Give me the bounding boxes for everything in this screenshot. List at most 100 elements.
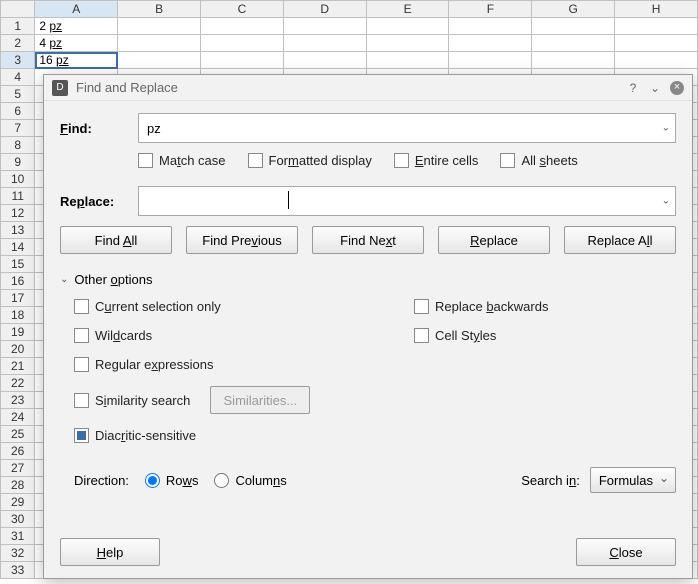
row-header[interactable]: 32 [1, 545, 35, 562]
similarities-button: Similarities... [210, 386, 310, 414]
row-header[interactable]: 1 [1, 18, 35, 35]
dialog-titlebar[interactable]: D Find and Replace ? ⌄ × [44, 75, 692, 101]
close-button[interactable]: Close [576, 538, 676, 566]
row-header[interactable]: 27 [1, 460, 35, 477]
table-row: 316 pz [1, 52, 698, 69]
corner-cell[interactable] [1, 1, 35, 18]
cell[interactable]: 16 pz [35, 52, 118, 69]
row-header[interactable]: 13 [1, 222, 35, 239]
row-header[interactable]: 11 [1, 188, 35, 205]
row-header[interactable]: 5 [1, 86, 35, 103]
cell[interactable] [615, 35, 698, 52]
row-header[interactable]: 20 [1, 341, 35, 358]
col-header-E[interactable]: E [366, 1, 449, 18]
col-header-A[interactable]: A [35, 1, 118, 18]
help-icon[interactable]: ? [626, 81, 640, 95]
cell[interactable] [532, 18, 615, 35]
row-header[interactable]: 7 [1, 120, 35, 137]
cell[interactable] [118, 35, 201, 52]
col-header-D[interactable]: D [283, 1, 366, 18]
col-header-G[interactable]: G [532, 1, 615, 18]
search-in-select[interactable]: Formulas [590, 467, 676, 493]
other-options-expander[interactable]: ⌄ Other options [60, 272, 676, 287]
col-header-H[interactable]: H [615, 1, 698, 18]
cell-styles-checkbox[interactable]: Cell Styles [414, 328, 548, 343]
col-header-C[interactable]: C [201, 1, 284, 18]
regex-checkbox[interactable]: Regular expressions [74, 357, 374, 372]
row-header[interactable]: 4 [1, 69, 35, 86]
row-header[interactable]: 30 [1, 511, 35, 528]
row-header[interactable]: 24 [1, 409, 35, 426]
col-header-F[interactable]: F [449, 1, 532, 18]
table-row: 12 pz [1, 18, 698, 35]
cell[interactable] [201, 18, 284, 35]
help-button[interactable]: Help [60, 538, 160, 566]
find-previous-button[interactable]: Find Previous [186, 226, 298, 254]
cell[interactable] [201, 35, 284, 52]
row-header[interactable]: 17 [1, 290, 35, 307]
current-selection-checkbox[interactable]: Current selection only [74, 299, 374, 314]
cell[interactable] [283, 18, 366, 35]
row-header[interactable]: 28 [1, 477, 35, 494]
cell[interactable] [366, 35, 449, 52]
row-header[interactable]: 23 [1, 392, 35, 409]
cell[interactable]: 4 pz [35, 35, 118, 52]
replace-input[interactable] [138, 186, 676, 216]
diacritic-checkbox[interactable]: Diacritic-sensitive [74, 428, 374, 443]
cell[interactable] [615, 52, 698, 69]
match-case-checkbox[interactable]: Match case [138, 153, 226, 168]
rows-radio[interactable]: Rows [145, 473, 199, 488]
entire-cells-checkbox[interactable]: Entire cells [394, 153, 479, 168]
row-header[interactable]: 18 [1, 307, 35, 324]
row-header[interactable]: 15 [1, 256, 35, 273]
row-header[interactable]: 31 [1, 528, 35, 545]
replace-button[interactable]: Replace [438, 226, 550, 254]
similarity-checkbox[interactable]: Similarity search [74, 393, 190, 408]
row-header[interactable]: 8 [1, 137, 35, 154]
find-all-button[interactable]: Find All [60, 226, 172, 254]
cell[interactable] [118, 18, 201, 35]
cell[interactable] [366, 52, 449, 69]
replace-backwards-checkbox[interactable]: Replace backwards [414, 299, 548, 314]
chevron-down-icon[interactable]: ⌄ [648, 81, 662, 95]
row-header[interactable]: 19 [1, 324, 35, 341]
cell[interactable] [118, 52, 201, 69]
row-header[interactable]: 3 [1, 52, 35, 69]
cell[interactable] [532, 52, 615, 69]
find-input[interactable] [138, 113, 676, 143]
cell[interactable] [283, 52, 366, 69]
row-header[interactable]: 22 [1, 375, 35, 392]
close-icon[interactable]: × [670, 81, 684, 95]
row-header[interactable]: 16 [1, 273, 35, 290]
table-row: 24 pz [1, 35, 698, 52]
wildcards-checkbox[interactable]: Wildcards [74, 328, 374, 343]
cell[interactable] [449, 35, 532, 52]
row-header[interactable]: 33 [1, 562, 35, 579]
cell[interactable] [615, 18, 698, 35]
row-header[interactable]: 26 [1, 443, 35, 460]
row-header[interactable]: 14 [1, 239, 35, 256]
cell[interactable] [283, 35, 366, 52]
replace-label: Replace: [60, 194, 138, 209]
row-header[interactable]: 12 [1, 205, 35, 222]
cell[interactable] [366, 18, 449, 35]
replace-all-button[interactable]: Replace All [564, 226, 676, 254]
col-header-B[interactable]: B [118, 1, 201, 18]
cell[interactable]: 2 pz [35, 18, 118, 35]
columns-radio[interactable]: Columns [214, 473, 286, 488]
cell[interactable] [449, 18, 532, 35]
row-header[interactable]: 2 [1, 35, 35, 52]
row-header[interactable]: 10 [1, 171, 35, 188]
find-next-button[interactable]: Find Next [312, 226, 424, 254]
all-sheets-checkbox[interactable]: All sheets [500, 153, 577, 168]
chevron-down-icon: ⌄ [60, 274, 68, 285]
cell[interactable] [201, 52, 284, 69]
formatted-display-checkbox[interactable]: Formatted display [248, 153, 372, 168]
row-header[interactable]: 21 [1, 358, 35, 375]
cell[interactable] [449, 52, 532, 69]
cell[interactable] [532, 35, 615, 52]
row-header[interactable]: 25 [1, 426, 35, 443]
row-header[interactable]: 29 [1, 494, 35, 511]
row-header[interactable]: 9 [1, 154, 35, 171]
row-header[interactable]: 6 [1, 103, 35, 120]
